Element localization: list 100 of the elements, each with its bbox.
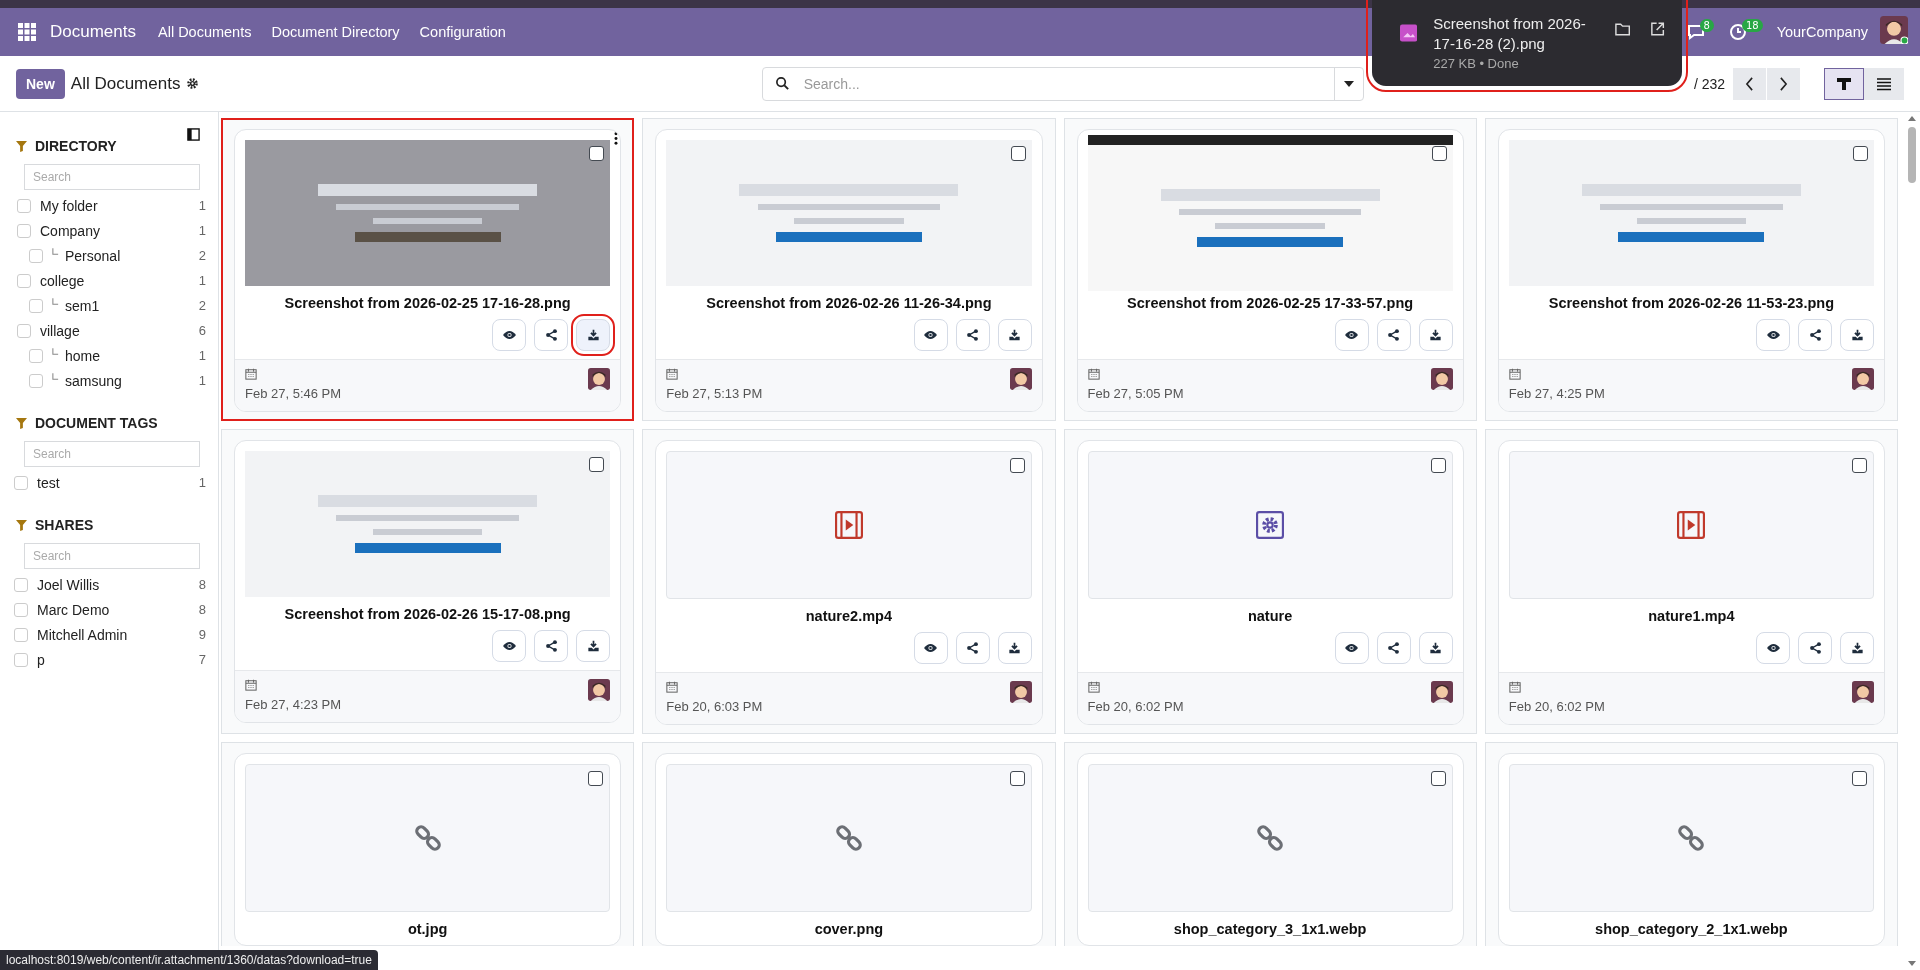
filter-item[interactable]: college xyxy=(40,272,199,289)
preview-button[interactable] xyxy=(1756,319,1790,351)
share-button[interactable] xyxy=(1376,632,1411,664)
document-name[interactable]: Screenshot from 2026-02-26 11-53-23.png xyxy=(1508,295,1874,311)
download-button[interactable] xyxy=(1418,632,1453,664)
document-name[interactable]: Screenshot from 2026-02-25 17-16-28.png xyxy=(245,295,611,311)
checkbox[interactable] xyxy=(29,373,43,388)
filter-item[interactable]: village xyxy=(40,322,199,339)
document-card[interactable]: cover.png xyxy=(655,753,1043,946)
filter-item[interactable]: samsung xyxy=(65,372,199,389)
document-name[interactable]: Screenshot from 2026-02-26 11-26-34.png xyxy=(666,295,1032,311)
filter-item[interactable]: Personal xyxy=(65,247,199,264)
document-name[interactable]: Screenshot from 2026-02-26 15-17-08.png xyxy=(245,606,611,622)
filter-item[interactable]: Company xyxy=(40,222,199,239)
list-view-button[interactable] xyxy=(1864,67,1904,100)
card-checkbox[interactable] xyxy=(1430,458,1446,473)
checkbox[interactable] xyxy=(14,475,28,490)
filter-search-field[interactable]: Search xyxy=(24,441,200,467)
share-button[interactable] xyxy=(1376,319,1411,351)
document-name[interactable]: nature xyxy=(1087,608,1453,624)
share-button[interactable] xyxy=(1798,319,1832,351)
preview-button[interactable] xyxy=(1334,319,1369,351)
preview-button[interactable] xyxy=(1334,632,1369,664)
filter-item[interactable]: sem1 xyxy=(65,297,199,314)
filter-item[interactable]: test xyxy=(37,474,199,491)
download-file-name[interactable]: Screenshot from 2026-17-16-28 (2).png xyxy=(1433,14,1596,54)
filter-item[interactable]: My folder xyxy=(40,197,199,214)
checkbox[interactable] xyxy=(14,627,28,642)
user-avatar-icon[interactable] xyxy=(1880,16,1908,44)
chat-icon[interactable] xyxy=(1685,22,1706,42)
card-checkbox[interactable] xyxy=(1009,458,1025,473)
preview-button[interactable] xyxy=(492,319,527,351)
filter-search-field[interactable]: Search xyxy=(24,543,200,569)
kanban-view-button[interactable] xyxy=(1824,67,1864,100)
new-button[interactable]: New xyxy=(16,68,65,99)
checkbox[interactable] xyxy=(29,248,43,263)
filter-item[interactable]: Joel Willis xyxy=(37,576,199,593)
scroll-up-arrow-icon[interactable] xyxy=(1908,116,1916,121)
document-card[interactable]: Screenshot from 2026-02-25 17-16-28.png Feb 27, 5:46 PM xyxy=(234,129,622,412)
document-card[interactable]: Screenshot from 2026-02-25 17-33-57.png Feb 27, 5:05 PM xyxy=(1076,129,1464,412)
clock-icon[interactable] xyxy=(1727,22,1748,42)
scroll-down-arrow-icon[interactable] xyxy=(1908,961,1916,966)
next-page-button[interactable] xyxy=(1767,67,1800,100)
card-checkbox[interactable] xyxy=(589,146,605,161)
checkbox[interactable] xyxy=(17,198,31,213)
app-name[interactable]: Documents xyxy=(50,22,136,42)
search-bar[interactable]: Search... xyxy=(761,66,1364,101)
filter-item[interactable]: Mitchell Admin xyxy=(37,626,199,643)
menu-item[interactable]: Configuration xyxy=(419,24,506,40)
card-checkbox[interactable] xyxy=(588,771,604,786)
document-name[interactable]: ot.jpg xyxy=(245,921,611,937)
document-name[interactable]: shop_category_3_1x1.webp xyxy=(1087,921,1453,937)
document-name[interactable]: nature2.mp4 xyxy=(666,608,1032,624)
apps-grid-icon[interactable] xyxy=(18,23,36,41)
filter-search-field[interactable]: Search xyxy=(24,164,200,190)
share-button[interactable] xyxy=(955,632,990,664)
document-name[interactable]: nature1.mp4 xyxy=(1508,608,1874,624)
filter-item[interactable]: home xyxy=(65,347,199,364)
document-name[interactable]: shop_category_2_1x1.webp xyxy=(1508,921,1874,937)
card-checkbox[interactable] xyxy=(589,457,605,472)
card-checkbox[interactable] xyxy=(1430,771,1446,786)
menu-item[interactable]: Document Directory xyxy=(271,24,400,40)
company-name[interactable]: YourCompany xyxy=(1776,24,1868,40)
document-card[interactable]: nature Feb 20, 6:02 PM xyxy=(1076,440,1464,725)
download-button[interactable] xyxy=(1840,632,1874,664)
document-card[interactable]: shop_category_2_1x1.webp xyxy=(1497,753,1885,946)
settings-icon[interactable] xyxy=(186,77,200,90)
share-button[interactable] xyxy=(1798,632,1832,664)
more-options-icon[interactable] xyxy=(614,132,619,145)
download-button[interactable] xyxy=(997,319,1032,351)
preview-button[interactable] xyxy=(913,632,948,664)
card-checkbox[interactable] xyxy=(1852,771,1867,786)
document-card[interactable]: Screenshot from 2026-02-26 15-17-08.png Feb 27, 4:23 PM xyxy=(234,440,622,723)
preview-button[interactable] xyxy=(492,630,527,662)
menu-item[interactable]: All Documents xyxy=(158,24,252,40)
share-button[interactable] xyxy=(955,319,990,351)
checkbox[interactable] xyxy=(14,602,28,617)
previous-page-button[interactable] xyxy=(1733,67,1766,100)
download-button[interactable] xyxy=(1840,319,1874,351)
share-button[interactable] xyxy=(534,319,569,351)
preview-button[interactable] xyxy=(913,319,948,351)
document-card[interactable]: Screenshot from 2026-02-26 11-26-34.png Feb 27, 5:13 PM xyxy=(655,129,1043,412)
document-card[interactable]: nature2.mp4 Feb 20, 6:03 PM xyxy=(655,440,1043,725)
card-checkbox[interactable] xyxy=(1853,146,1868,161)
checkbox[interactable] xyxy=(17,223,31,238)
checkbox[interactable] xyxy=(29,298,43,313)
sidebar-toggle-icon[interactable] xyxy=(187,128,200,141)
download-button[interactable] xyxy=(997,632,1032,664)
checkbox[interactable] xyxy=(14,577,28,592)
checkbox[interactable] xyxy=(17,273,31,288)
filter-item[interactable]: Marc Demo xyxy=(37,601,199,618)
card-checkbox[interactable] xyxy=(1852,458,1867,473)
document-card[interactable]: nature1.mp4 Feb 20, 6:02 PM xyxy=(1497,440,1885,725)
download-button[interactable] xyxy=(576,630,611,662)
card-checkbox[interactable] xyxy=(1009,771,1025,786)
checkbox[interactable] xyxy=(17,323,31,338)
document-card[interactable]: ot.jpg xyxy=(234,753,622,946)
document-name[interactable]: Screenshot from 2026-02-25 17-33-57.png xyxy=(1087,295,1453,311)
download-button[interactable] xyxy=(1418,319,1453,351)
share-button[interactable] xyxy=(534,630,569,662)
